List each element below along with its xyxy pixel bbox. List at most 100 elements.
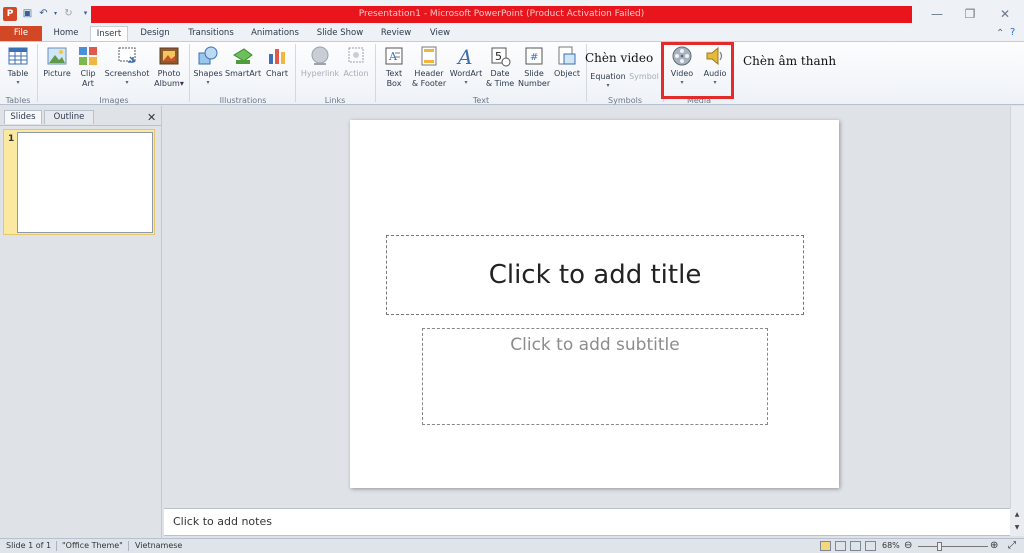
language-status[interactable]: Vietnamese [135, 539, 182, 553]
help-icon[interactable]: ? [1010, 27, 1015, 38]
chart-button[interactable]: Chart [263, 45, 291, 79]
header-footer-button[interactable]: Header & Footer [410, 45, 448, 88]
slide-show-view-icon[interactable] [865, 541, 876, 551]
vertical-scrollbar[interactable] [1010, 106, 1024, 508]
zoom-slider-thumb[interactable] [937, 542, 942, 551]
shapes-dropdown-icon: ▾ [206, 78, 210, 86]
text-box-icon: A [385, 47, 403, 65]
slide-editing-area: Click to add title Click to add subtitle [164, 106, 1010, 506]
tab-home[interactable]: Home [46, 26, 86, 42]
ribbon-tabs: File Home Insert Design Transitions Anim… [0, 26, 1024, 42]
clip-art-button[interactable]: Clip Art [76, 45, 100, 88]
object-icon [558, 46, 576, 65]
table-button[interactable]: Table ▾ [4, 45, 32, 86]
chart-icon [269, 49, 285, 64]
slides-pane: Slides Outline ✕ 1 [0, 106, 162, 538]
table-dropdown-icon: ▾ [16, 78, 20, 86]
group-label-tables: Tables [5, 96, 31, 105]
annotation-insert-audio: Chèn âm thanh [743, 54, 837, 68]
table-icon [8, 47, 28, 65]
symbol-button[interactable]: Symbol [628, 72, 660, 82]
slide-number-icon: # [525, 47, 543, 65]
tab-animations[interactable]: Animations [246, 26, 304, 42]
zoom-in-icon[interactable]: ⊕ [990, 539, 998, 553]
status-bar: Slide 1 of 1 "Office Theme" Vietnamese 6… [0, 538, 1024, 553]
theme-status: "Office Theme" [62, 541, 123, 550]
screenshot-icon [118, 47, 136, 63]
screenshot-dropdown-icon: ▾ [125, 78, 129, 86]
notes-pane[interactable]: Click to add notes [164, 508, 1010, 536]
slide-number-button[interactable]: # Slide Number [518, 45, 550, 88]
normal-view-icon[interactable] [820, 541, 831, 551]
smartart-button[interactable]: SmartArt [225, 45, 261, 79]
minimize-icon[interactable]: — [922, 5, 952, 23]
photo-album-dropdown-icon: ▾ [179, 78, 184, 88]
redo-icon[interactable]: ↻ [62, 7, 75, 20]
equation-dropdown-icon: ▾ [606, 81, 610, 89]
title-bar: P ▣ ↶ ▾ ↻ ▾ Presentation1 - Microsoft Po… [0, 0, 1024, 26]
fit-slide-icon[interactable]: ⤢ [1008, 539, 1016, 553]
object-button[interactable]: Object [552, 45, 582, 79]
group-separator [295, 44, 296, 102]
shapes-icon [198, 46, 218, 65]
slide-sorter-view-icon[interactable] [835, 541, 846, 551]
powerpoint-app-icon[interactable]: P [3, 7, 17, 21]
media-highlight-box [661, 42, 734, 99]
window-title: Presentation1 - Microsoft PowerPoint (Pr… [91, 6, 912, 23]
action-icon [348, 47, 364, 63]
group-label-links: Links [324, 96, 346, 105]
hyperlink-icon [311, 46, 329, 65]
undo-dropdown-icon[interactable]: ▾ [49, 7, 62, 20]
tab-slide-show[interactable]: Slide Show [310, 26, 370, 42]
subtitle-placeholder[interactable]: Click to add subtitle [422, 328, 768, 425]
picture-icon [47, 47, 67, 65]
status-separator [56, 541, 57, 551]
group-separator [37, 44, 38, 102]
zoom-level[interactable]: 68% [882, 539, 900, 553]
wordart-icon: A [456, 45, 472, 67]
tab-design[interactable]: Design [133, 26, 177, 42]
shapes-button[interactable]: Shapes ▾ [193, 45, 223, 86]
tab-outline[interactable]: Outline [44, 110, 94, 124]
collapse-ribbon-icon[interactable]: ⌃ [996, 28, 1004, 39]
close-icon[interactable]: ✕ [990, 5, 1020, 23]
svg-text:#: # [530, 52, 538, 63]
tab-insert[interactable]: Insert [90, 26, 128, 42]
close-pane-icon[interactable]: ✕ [147, 111, 156, 124]
group-label-text: Text [472, 96, 490, 105]
slide-thumbnail-number: 1 [8, 134, 15, 144]
action-button[interactable]: Action [341, 45, 371, 79]
slide-count-status: Slide 1 of 1 [6, 541, 52, 550]
title-placeholder[interactable]: Click to add title [386, 235, 804, 315]
hyperlink-button[interactable]: Hyperlink [299, 45, 341, 79]
notes-scrollbar[interactable]: ▲ ▼ [1010, 508, 1024, 536]
tab-slides[interactable]: Slides [4, 110, 42, 124]
slide-thumbnail[interactable] [17, 132, 153, 233]
pane-tabs: Slides Outline ✕ [0, 108, 162, 126]
zoom-slider-track[interactable] [918, 546, 988, 547]
tab-view[interactable]: View [422, 26, 458, 42]
zoom-out-icon[interactable]: ⊖ [904, 539, 912, 553]
slide-canvas[interactable]: Click to add title Click to add subtitle [350, 120, 839, 488]
wordart-dropdown-icon: ▾ [464, 78, 468, 86]
equation-button[interactable]: Equation ▾ [589, 72, 627, 89]
group-label-illustrations: Illustrations [219, 96, 267, 105]
text-box-button[interactable]: A Text Box [380, 45, 408, 88]
photo-album-button[interactable]: Photo Album▾ [152, 45, 186, 88]
save-icon[interactable]: ▣ [21, 7, 34, 20]
slide-thumbnail-item[interactable]: 1 [3, 129, 155, 235]
tab-file[interactable]: File [0, 26, 42, 42]
wordart-button[interactable]: A WordArt ▾ [449, 45, 483, 86]
status-separator [128, 541, 129, 551]
header-footer-icon [421, 46, 437, 66]
tab-transitions[interactable]: Transitions [182, 26, 240, 42]
date-time-button[interactable]: 5 Date & Time [485, 45, 515, 88]
smartart-icon [233, 48, 253, 64]
screenshot-button[interactable]: Screenshot ▾ [104, 45, 150, 86]
picture-button[interactable]: Picture [40, 45, 74, 79]
tab-review[interactable]: Review [376, 26, 416, 42]
photo-album-icon [159, 47, 179, 65]
reading-view-icon[interactable] [850, 541, 861, 551]
restore-icon[interactable]: ❐ [955, 5, 985, 23]
svg-text:A: A [456, 45, 472, 67]
